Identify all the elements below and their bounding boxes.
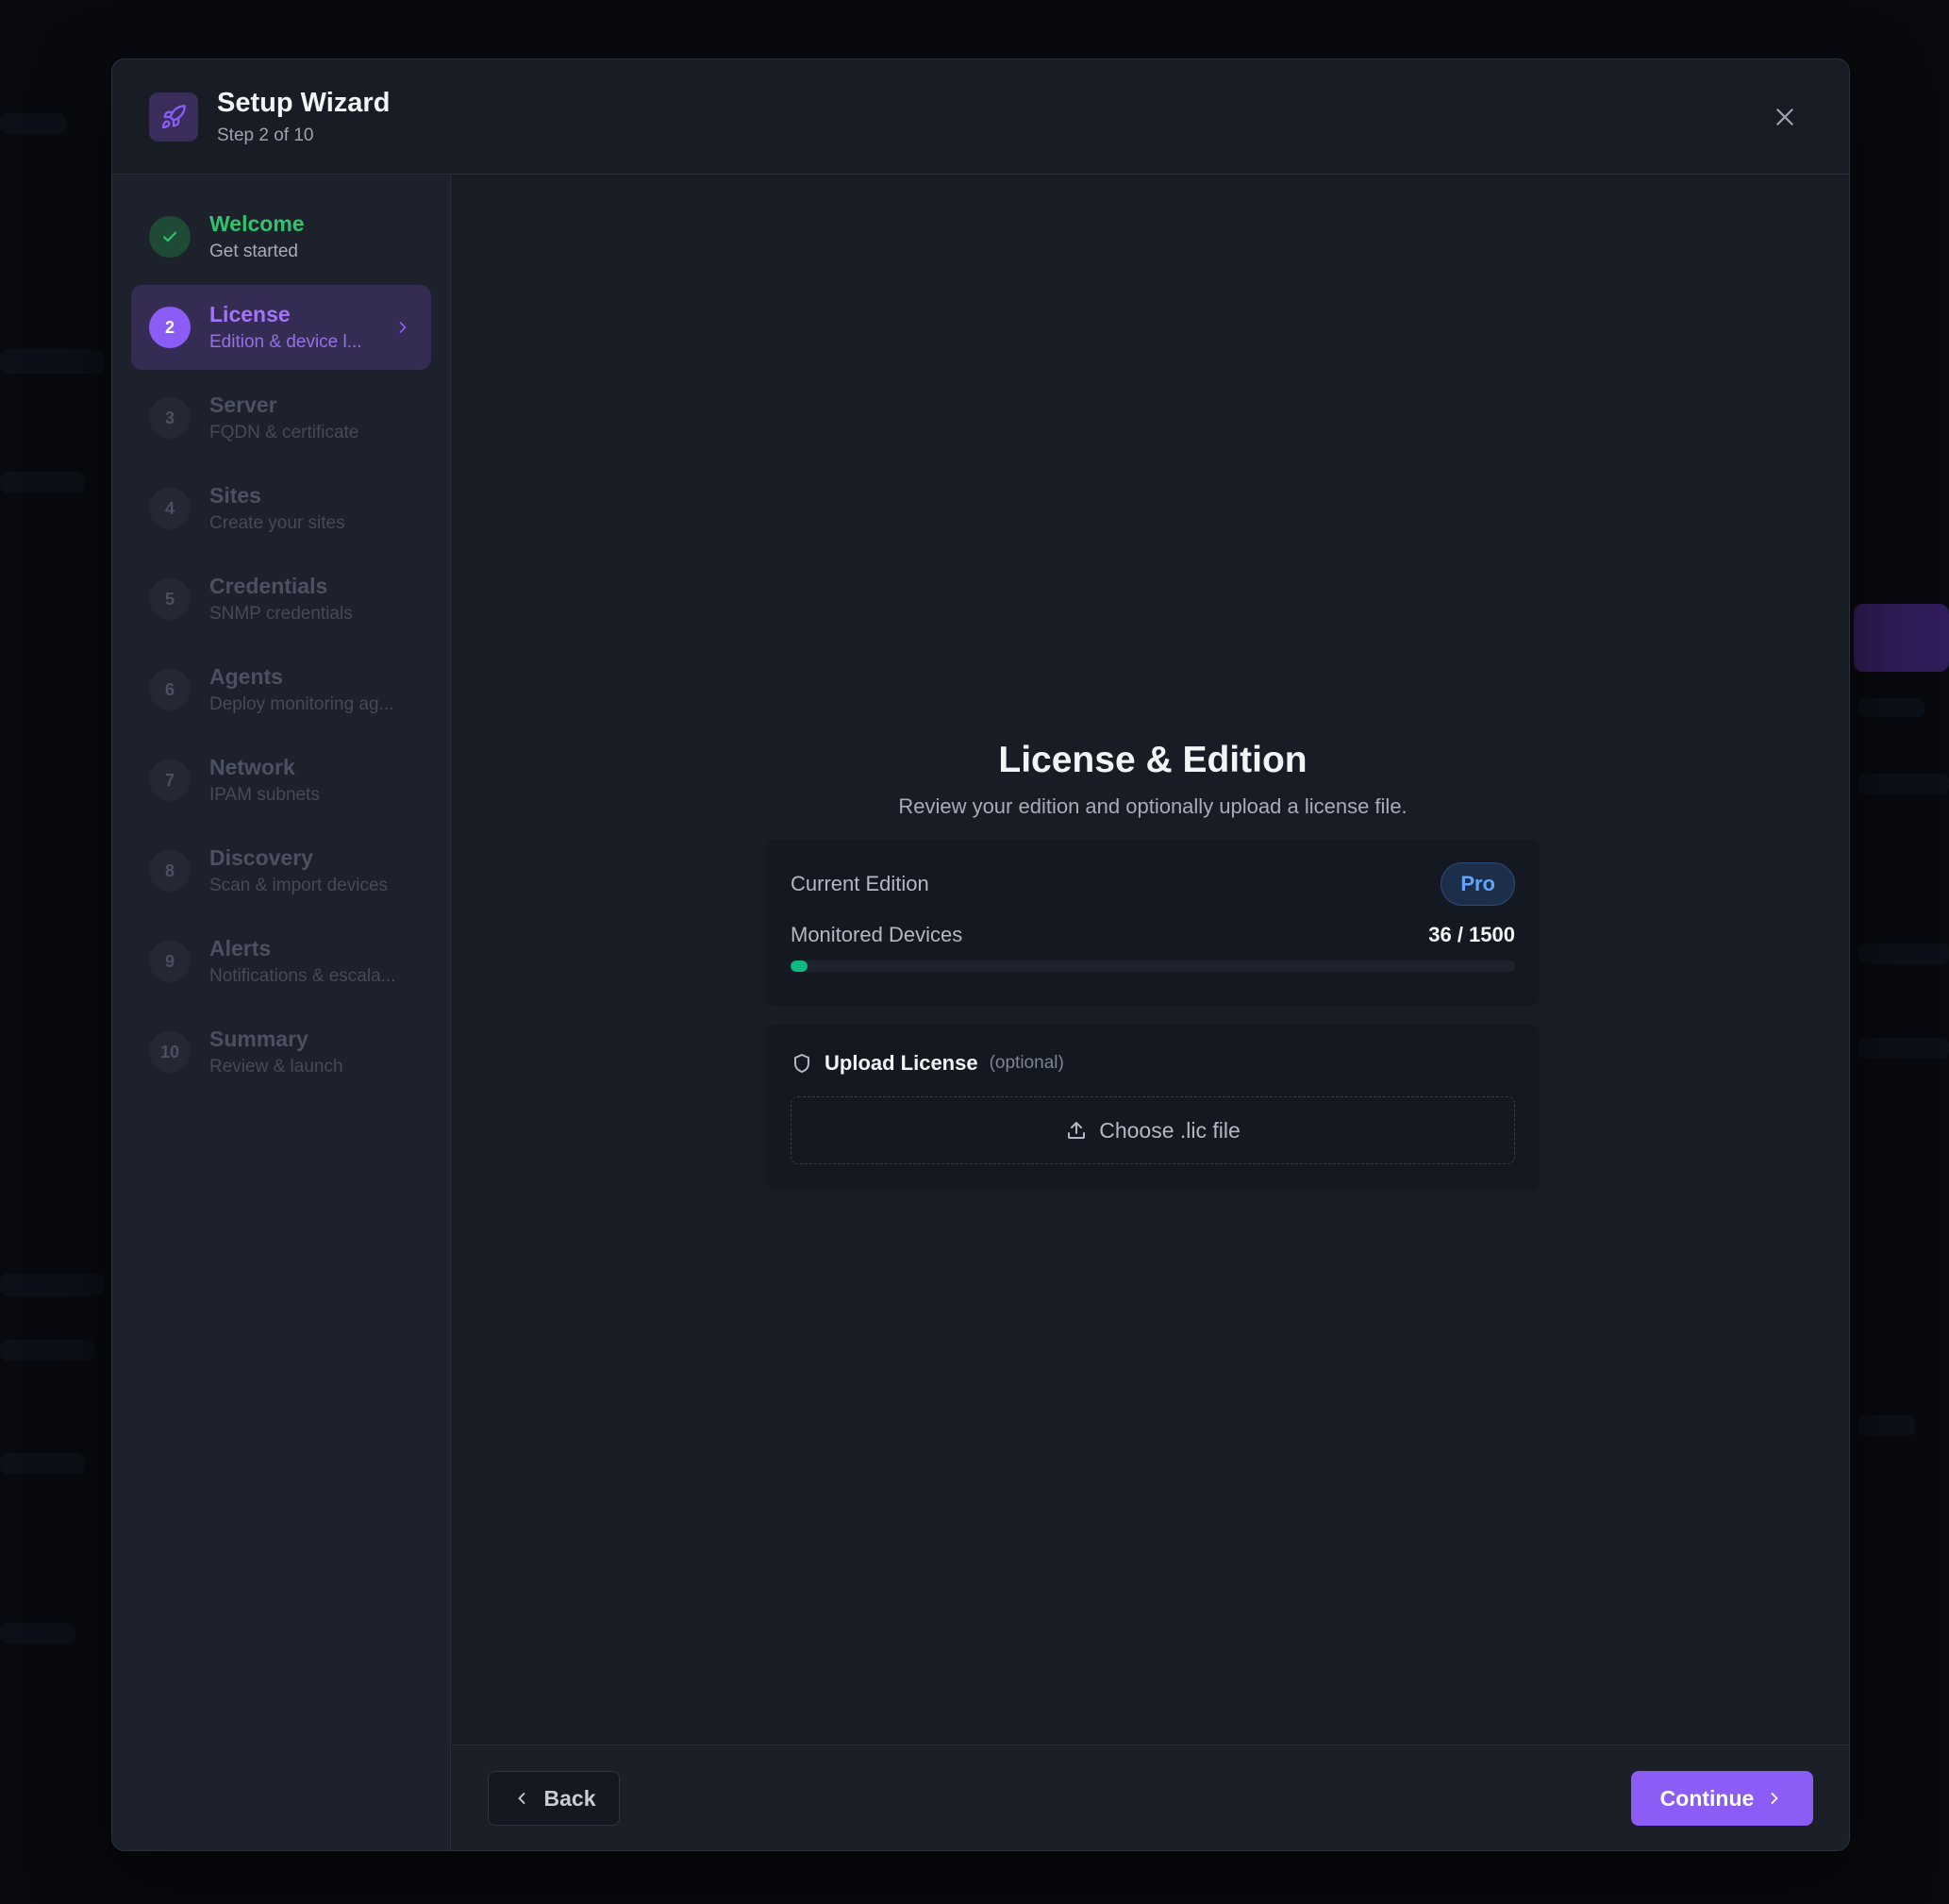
step-server[interactable]: 3 Server FQDN & certificate [131, 376, 431, 460]
panel-subtitle: Review your edition and optionally uploa… [898, 794, 1408, 818]
step-number: 2 [149, 307, 191, 348]
chevron-right-icon [1771, 1793, 1778, 1804]
rocket-icon [149, 92, 198, 142]
upload-title: Upload License [825, 1051, 978, 1075]
step-number: 3 [149, 397, 191, 439]
back-button[interactable]: Back [488, 1771, 620, 1826]
step-content: License & Edition Review your edition an… [452, 175, 1849, 1745]
step-number: 5 [149, 578, 191, 620]
step-network[interactable]: 7 Network IPAM subnets [131, 738, 431, 823]
wizard-title: Setup Wizard [217, 88, 391, 119]
step-label: Summary [209, 1027, 308, 1052]
step-sites[interactable]: 4 Sites Create your sites [131, 466, 431, 551]
step-license[interactable]: 2 License Edition & device l... [131, 285, 431, 370]
chevron-left-icon [518, 1793, 525, 1804]
step-label: Alerts [209, 936, 272, 961]
step-desc: Notifications & escala... [209, 965, 396, 986]
wizard-footer: Back Continue [452, 1745, 1849, 1850]
edition-label: Current Edition [791, 872, 929, 895]
devices-label: Monitored Devices [791, 923, 963, 946]
step-agents[interactable]: 6 Agents Deploy monitoring ag... [131, 647, 431, 732]
step-number: 6 [149, 669, 191, 710]
step-indicator: Step 2 of 10 [217, 125, 314, 145]
step-discovery[interactable]: 8 Discovery Scan & import devices [131, 828, 431, 913]
choose-file-label: Choose .lic file [1099, 1117, 1241, 1143]
step-label: Welcome [209, 211, 305, 237]
devices-count: 36 / 1500 [1428, 923, 1515, 946]
step-alerts[interactable]: 9 Alerts Notifications & escala... [131, 919, 431, 1004]
step-number: 10 [149, 1031, 191, 1073]
step-number: 9 [149, 941, 191, 982]
modal-header: Setup Wizard Step 2 of 10 [112, 59, 1849, 175]
check-icon [163, 231, 176, 242]
step-number: 8 [149, 850, 191, 892]
step-desc: Get started [209, 241, 298, 261]
continue-label: Continue [1659, 1785, 1755, 1811]
step-label: Sites [209, 483, 261, 509]
upload-icon [1068, 1122, 1086, 1139]
step-label: Discovery [209, 845, 313, 871]
step-desc: IPAM subnets [209, 784, 320, 805]
step-desc: Create your sites [209, 512, 345, 533]
step-desc: SNMP credentials [209, 603, 353, 624]
license-panel: License & Edition Review your edition an… [766, 740, 1540, 1190]
close-icon [1776, 109, 1793, 125]
step-desc: Deploy monitoring ag... [209, 693, 394, 714]
step-label: Server [209, 392, 277, 418]
step-credentials[interactable]: 5 Credentials SNMP credentials [131, 557, 431, 642]
step-label: License [209, 302, 291, 327]
edition-badge: Pro [1441, 862, 1515, 906]
upload-optional-label: (optional) [989, 1053, 1064, 1073]
panel-title: License & Edition [998, 740, 1308, 780]
step-desc: Edition & device l... [209, 331, 362, 352]
step-number: 4 [149, 488, 191, 529]
step-number: 7 [149, 760, 191, 801]
edition-card: Current Edition Pro Monitored Devices 36… [766, 840, 1540, 1006]
step-desc: Review & launch [209, 1056, 343, 1077]
devices-progress-fill [791, 960, 808, 972]
step-welcome[interactable]: Welcome Get started [131, 194, 431, 279]
back-label: Back [543, 1785, 596, 1811]
choose-file-button[interactable]: Choose .lic file [791, 1096, 1515, 1164]
step-label: Agents [209, 664, 283, 690]
setup-wizard-modal: Setup Wizard Step 2 of 10 Welcome Get st… [111, 58, 1850, 1851]
upload-card: Upload License (optional) Choose .lic fi… [766, 1025, 1540, 1190]
devices-progress-bar [791, 960, 1515, 972]
step-desc: Scan & import devices [209, 875, 389, 895]
continue-button[interactable]: Continue [1631, 1771, 1813, 1826]
step-status [149, 216, 191, 258]
shield-icon [794, 1054, 809, 1073]
steps-sidebar: Welcome Get started 2 License Edition & … [112, 175, 451, 1850]
step-summary[interactable]: 10 Summary Review & launch [131, 1010, 431, 1094]
step-label: Network [209, 755, 295, 780]
chevron-right-icon [399, 322, 407, 333]
step-desc: FQDN & certificate [209, 422, 359, 443]
step-label: Credentials [209, 574, 328, 599]
close-button[interactable] [1766, 98, 1804, 136]
